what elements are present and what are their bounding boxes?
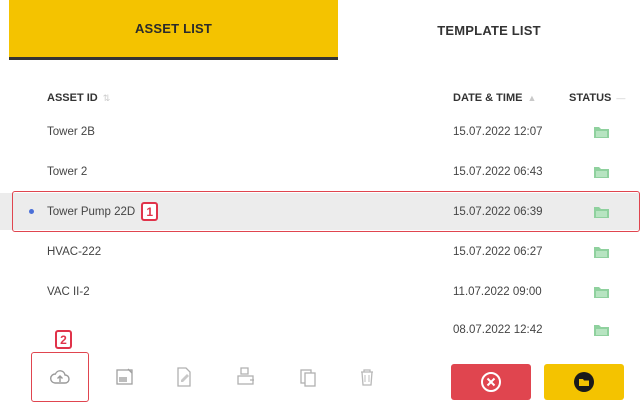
status-folder-icon [594, 206, 609, 218]
date-time-cell: 11.07.2022 09:00 [453, 285, 542, 298]
print-button[interactable] [224, 358, 268, 396]
delete-button[interactable] [345, 358, 389, 396]
cancel-button[interactable] [451, 364, 531, 400]
open-asset-button[interactable] [544, 364, 624, 400]
column-header-status[interactable]: STATUS — [569, 92, 625, 104]
date-time-cell: 15.07.2022 12:07 [453, 125, 543, 138]
status-cell [593, 233, 610, 270]
status-folder-icon [594, 246, 609, 258]
export-report-icon [116, 368, 133, 385]
column-header-status-label: STATUS [569, 92, 612, 104]
tab-template-list[interactable]: TEMPLATE LIST [338, 0, 640, 60]
date-time-cell: 15.07.2022 06:27 [453, 245, 543, 258]
column-header-date-time[interactable]: DATE & TIME ▲ [453, 92, 536, 104]
asset-id-cell: VAC II-2 [47, 285, 90, 298]
asset-id-label: Tower Pump 22D [47, 205, 136, 218]
status-cell [593, 273, 610, 310]
copy-icon [300, 369, 316, 387]
column-header-asset-id-label: ASSET ID [47, 92, 98, 104]
table-row[interactable]: 08.07.2022 12:42 [0, 311, 640, 348]
tab-asset-list[interactable]: ASSET LIST [9, 0, 338, 60]
table-row[interactable]: Tower 2B 15.07.2022 12:07 [0, 113, 640, 150]
cloud-upload-icon [50, 370, 70, 384]
edit-document-icon [177, 367, 191, 387]
sort-icon: ⇅ [102, 92, 111, 103]
edit-button[interactable] [162, 358, 206, 396]
column-header-date-time-label: DATE & TIME [453, 92, 523, 104]
date-time-cell: 15.07.2022 06:39 [453, 205, 543, 218]
status-folder-icon [594, 324, 609, 336]
status-cell [593, 113, 610, 150]
status-cell [593, 193, 610, 230]
print-icon [237, 367, 254, 385]
date-time-cell: 15.07.2022 06:43 [453, 165, 543, 178]
table-row[interactable]: Tower 2 15.07.2022 06:43 [0, 153, 640, 190]
status-cell [593, 153, 610, 190]
table-row[interactable]: VAC II-2 11.07.2022 09:00 [0, 273, 640, 310]
status-folder-icon [594, 286, 609, 298]
selected-indicator-dot [29, 209, 34, 214]
asset-id-cell: Tower 2 [47, 165, 88, 178]
tab-bar: ASSET LIST TEMPLATE LIST [0, 0, 640, 60]
asset-id-cell: Tower 2B [47, 125, 95, 138]
status-folder-icon [594, 166, 609, 178]
column-header-asset-id[interactable]: ASSET ID ⇅ [47, 92, 110, 104]
copy-button[interactable] [286, 358, 330, 396]
asset-id-cell: Tower Pump 22D 1 [47, 193, 159, 230]
table-row-selected[interactable]: Tower Pump 22D 1 15.07.2022 06:39 [0, 193, 640, 230]
callout-badge-2: 2 [55, 330, 72, 349]
asset-id-cell: HVAC-222 [47, 245, 102, 258]
close-circle-icon [481, 372, 501, 392]
table-row[interactable]: HVAC-222 15.07.2022 06:27 [0, 233, 640, 270]
open-folder-icon [574, 372, 594, 392]
status-folder-icon [594, 126, 609, 138]
sort-icon: — [616, 93, 626, 103]
date-time-cell: 08.07.2022 12:42 [453, 323, 543, 336]
sort-ascending-icon: ▲ [527, 93, 537, 103]
export-report-button[interactable] [103, 358, 147, 396]
delete-icon [361, 369, 373, 386]
cloud-upload-button[interactable] [38, 358, 82, 396]
callout-badge-1: 1 [141, 202, 159, 221]
status-cell [593, 311, 610, 348]
